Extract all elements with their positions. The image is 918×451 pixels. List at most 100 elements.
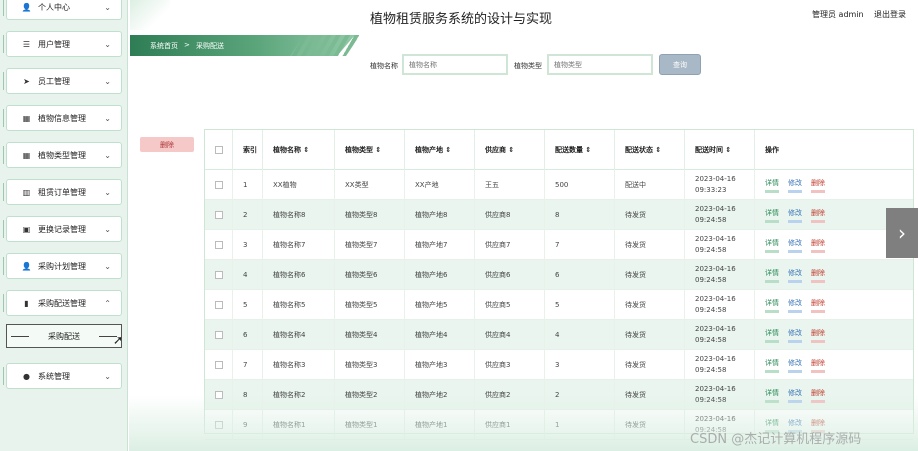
row-checkbox[interactable]: [215, 331, 223, 339]
sidebar-item-rental-orders[interactable]: ▥ 租赁订单管理 ⌄: [3, 179, 122, 205]
chevron-down-icon: ⌄: [104, 113, 111, 123]
delete-button[interactable]: 删除: [811, 268, 825, 283]
col-plant-origin[interactable]: 植物产地 ⇕: [405, 130, 475, 170]
cell-time: 2023-04-16 09:24:58: [685, 320, 755, 350]
plant-name-label: 植物名称: [370, 62, 398, 70]
cell-quantity: 3: [545, 350, 615, 380]
cell-plant-type: 植物类型1: [335, 410, 405, 440]
col-supplier[interactable]: 供应商 ⇕: [475, 130, 545, 170]
detail-button[interactable]: 详情: [765, 208, 779, 223]
row-checkbox[interactable]: [215, 241, 223, 249]
col-plant-name[interactable]: 植物名称 ⇕: [263, 130, 335, 170]
time-date: 2023-04-16: [695, 235, 736, 243]
cell-quantity: 1: [545, 410, 615, 440]
row-select-cell: [205, 200, 233, 230]
col-index: 索引: [233, 130, 263, 170]
col-quantity[interactable]: 配送数量 ⇕: [545, 130, 615, 170]
sidebar-item-personal-center[interactable]: 👤 个人中心 ⌄: [3, 0, 122, 20]
detail-button[interactable]: 详情: [765, 358, 779, 373]
edit-button[interactable]: 修改: [788, 358, 802, 373]
delete-button[interactable]: 删除: [811, 208, 825, 223]
time-clock: 09:24:58: [695, 366, 727, 374]
logout-link[interactable]: 退出登录: [874, 9, 906, 20]
sidebar-item-purchase-delivery[interactable]: ▮ 采购配送管理 ⌃: [3, 290, 122, 316]
chevron-down-icon: ⌄: [104, 2, 111, 12]
delete-button[interactable]: 删除: [811, 328, 825, 343]
cell-plant-type: 植物类型5: [335, 290, 405, 320]
breadcrumb-home[interactable]: 系统首页: [150, 41, 178, 51]
sidebar-item-staff-management[interactable]: ➤ 员工管理 ⌄: [3, 68, 122, 94]
plant-name-input[interactable]: [402, 54, 508, 75]
delete-button[interactable]: 删除: [811, 298, 825, 313]
edit-button[interactable]: 修改: [788, 298, 802, 313]
delete-button[interactable]: 删除: [811, 238, 825, 253]
edit-button[interactable]: 修改: [788, 328, 802, 343]
time-date: 2023-04-16: [695, 325, 736, 333]
cell-plant-type: 植物类型2: [335, 380, 405, 410]
sidebar-item-plant-info[interactable]: ▦ 植物信息管理 ⌄: [3, 105, 122, 131]
delete-button[interactable]: 删除: [811, 358, 825, 373]
select-all-checkbox[interactable]: [215, 146, 223, 154]
search-button[interactable]: 查询: [659, 54, 701, 75]
row-checkbox[interactable]: [215, 211, 223, 219]
time-clock: 09:24:58: [695, 216, 727, 224]
delete-button[interactable]: 删除: [811, 388, 825, 403]
row-checkbox[interactable]: [215, 391, 223, 399]
cell-index: 2: [233, 200, 263, 230]
row-select-cell: [205, 410, 233, 440]
plant-type-input[interactable]: [547, 54, 653, 75]
user-icon: 👤: [21, 261, 32, 271]
table-header: 索引 植物名称 ⇕ 植物类型 ⇕ 植物产地 ⇕ 供应商 ⇕ 配送数量 ⇕ 配送状…: [205, 130, 913, 170]
edit-button[interactable]: 修改: [788, 238, 802, 253]
detail-button[interactable]: 详情: [765, 268, 779, 283]
cell-plant-name: 植物名称3: [263, 350, 335, 380]
row-checkbox[interactable]: [215, 181, 223, 189]
cell-plant-type: XX类型: [335, 170, 405, 200]
time-date: 2023-04-16: [695, 205, 736, 213]
grid-icon: ▦: [22, 113, 31, 123]
cell-plant-origin: 植物产地3: [405, 350, 475, 380]
row-checkbox[interactable]: [215, 421, 223, 429]
cell-plant-origin: 植物产地7: [405, 230, 475, 260]
edit-button[interactable]: 修改: [788, 178, 802, 193]
table-row: 8 植物名称2 植物类型2 植物产地2 供应商2 2 待发货 2023-04-16 09:24:…: [205, 380, 913, 410]
sidebar-item-user-management[interactable]: ☰ 用户管理 ⌄: [3, 31, 122, 57]
delete-button[interactable]: 删除: [811, 178, 825, 193]
sidebar-item-label: 系统管理: [38, 371, 70, 381]
sidebar-item-label: 采购计划管理: [38, 261, 86, 271]
row-checkbox[interactable]: [215, 271, 223, 279]
table-row: 1 XX植物 XX类型 XX产地 王五 500 配送中 2023-04-16 09:33:23 详…: [205, 170, 913, 200]
detail-button[interactable]: 详情: [765, 238, 779, 253]
cell-index: 8: [233, 380, 263, 410]
col-status[interactable]: 配送状态 ⇕: [615, 130, 685, 170]
submenu-purchase-delivery[interactable]: 采购配送: [6, 324, 122, 348]
sidebar-item-purchase-plan[interactable]: 👤 采购计划管理 ⌄: [3, 253, 122, 279]
edit-button[interactable]: 修改: [788, 388, 802, 403]
detail-button[interactable]: 详情: [765, 328, 779, 343]
row-checkbox[interactable]: [215, 361, 223, 369]
col-actions: 操作: [765, 146, 779, 154]
row-checkbox[interactable]: [215, 301, 223, 309]
sidebar: 👤 个人中心 ⌄ ☰ 用户管理 ⌄ ➤ 员工管理 ⌄ ▦ 植物信息管理 ⌄ ▦ …: [0, 0, 128, 451]
cell-actions: 详情 修改 删除: [755, 290, 913, 320]
col-time[interactable]: 配送时间 ⇕: [685, 130, 755, 170]
next-arrow-button[interactable]: ›: [886, 208, 918, 258]
cell-status: 待发货: [615, 290, 685, 320]
detail-button[interactable]: 详情: [765, 178, 779, 193]
sidebar-item-plant-type[interactable]: ▦ 植物类型管理 ⌄: [3, 142, 122, 168]
table-row: 2 植物名称8 植物类型8 植物产地8 供应商8 8 待发货 2023-04-16 09:24:…: [205, 200, 913, 230]
detail-button[interactable]: 详情: [765, 388, 779, 403]
edit-button[interactable]: 修改: [788, 268, 802, 283]
cell-time: 2023-04-16 09:24:58: [685, 230, 755, 260]
time-date: 2023-04-16: [695, 295, 736, 303]
detail-button[interactable]: 详情: [765, 298, 779, 313]
edit-button[interactable]: 修改: [788, 208, 802, 223]
cell-status: 待发货: [615, 380, 685, 410]
col-plant-type[interactable]: 植物类型 ⇕: [335, 130, 405, 170]
cell-plant-name: XX植物: [263, 170, 335, 200]
batch-delete-button[interactable]: 删除: [140, 137, 194, 152]
cell-time: 2023-04-16 09:24:58: [685, 200, 755, 230]
sidebar-item-label: 采购配送管理: [38, 298, 86, 308]
sidebar-item-system-management[interactable]: ● 系统管理 ⌄: [3, 363, 122, 389]
sidebar-item-replacement-records[interactable]: ▣ 更换记录管理 ⌄: [3, 216, 122, 242]
